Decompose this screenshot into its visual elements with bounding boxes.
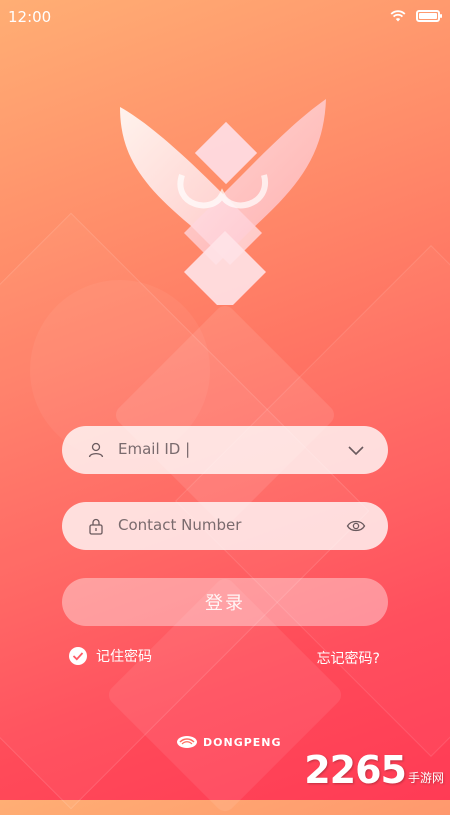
status-time: 12:00	[8, 8, 52, 26]
remember-password-label: 记住密码	[96, 649, 152, 665]
forgot-password-link[interactable]: 忘记密码?	[317, 648, 380, 668]
watermark-text: 手游网	[407, 771, 444, 785]
status-bar: 12:00	[0, 0, 450, 34]
battery-icon	[416, 9, 442, 22]
remember-password-checkbox[interactable]: 记住密码	[68, 646, 152, 666]
wifi-icon	[390, 10, 406, 22]
eye-icon[interactable]	[346, 516, 366, 536]
status-icons	[390, 9, 442, 22]
watermark-number: 2265	[304, 748, 407, 792]
brand-name: DONGPENG	[203, 735, 282, 749]
dongpeng-logo-icon	[177, 736, 197, 748]
watermark: 2265 手游网	[304, 748, 444, 792]
user-icon	[88, 442, 104, 458]
chevron-down-icon[interactable]	[346, 440, 366, 460]
check-icon[interactable]	[68, 646, 88, 666]
email-input[interactable]: Email ID |	[118, 440, 190, 458]
contact-number-field[interactable]: Contact Number	[62, 502, 388, 550]
login-button[interactable]: 登录	[62, 578, 388, 626]
lock-icon	[89, 518, 103, 535]
email-field[interactable]: Email ID |	[62, 426, 388, 474]
app-logo-icon	[120, 99, 326, 305]
contact-number-input[interactable]: Contact Number	[118, 516, 241, 534]
brand-footer: DONGPENG	[176, 735, 282, 749]
